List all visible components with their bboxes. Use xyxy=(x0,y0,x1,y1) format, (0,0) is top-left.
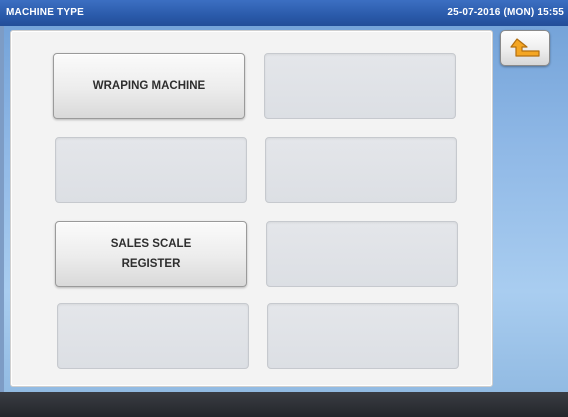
empty-slot-button[interactable] xyxy=(265,137,457,203)
wrapping-machine-button[interactable]: WRAPING MACHINE xyxy=(53,53,245,119)
return-arrow-icon xyxy=(510,38,540,57)
empty-slot-button[interactable] xyxy=(55,137,247,203)
sales-scale-register-label: SALES SCALE REGISTER xyxy=(110,238,192,270)
empty-slot-button[interactable] xyxy=(57,303,249,369)
screen-bottom-bezel xyxy=(0,392,568,417)
empty-slot-button[interactable] xyxy=(264,53,456,119)
screen-title: MACHINE TYPE xyxy=(6,7,84,18)
machine-type-panel: WRAPING MACHINE SALES SCALE REGISTER xyxy=(10,30,493,387)
machine-type-screen: MACHINE TYPE 25-07-2016 (MON) 15:55 WRAP… xyxy=(0,0,568,417)
date-time-display: 25-07-2016 (MON) 15:55 xyxy=(447,7,564,18)
empty-slot-button[interactable] xyxy=(266,221,458,287)
empty-slot-button[interactable] xyxy=(267,303,459,369)
left-edge xyxy=(0,26,4,392)
sales-scale-register-button[interactable]: SALES SCALE REGISTER xyxy=(55,221,247,287)
title-bar: MACHINE TYPE 25-07-2016 (MON) 15:55 xyxy=(0,0,568,26)
back-button[interactable] xyxy=(500,30,550,66)
wrapping-machine-label: WRAPING MACHINE xyxy=(92,80,206,92)
